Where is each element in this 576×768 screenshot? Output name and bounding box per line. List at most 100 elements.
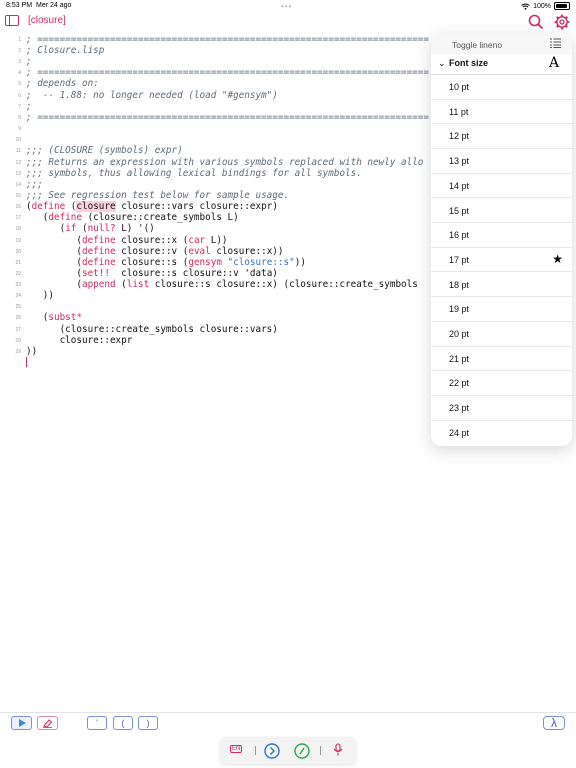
close-paren-button[interactable]: ): [138, 716, 158, 730]
font-size-option[interactable]: 21 pt: [431, 347, 572, 372]
font-size-header[interactable]: ⌄ Font size A: [431, 54, 572, 75]
compose-icon[interactable]: [294, 743, 310, 759]
code-token: (: [26, 246, 82, 257]
code-text: (define closure::s (gensym "closure::s")…: [26, 257, 306, 268]
line-number: 28: [15, 338, 21, 344]
code-comment: ;;; symbols, thus allowing lexical bindi…: [26, 168, 362, 179]
line-number: 17: [15, 215, 21, 221]
code-token: closure::s closure::v 'data): [109, 268, 278, 279]
font-size-option[interactable]: 11 pt: [431, 100, 572, 125]
code-token: )): [294, 257, 306, 268]
lambda-button[interactable]: λ: [543, 716, 565, 730]
font-size-option[interactable]: 24 pt: [431, 421, 572, 446]
code-keyword: eval: [188, 246, 211, 257]
settings-menu: Toggle lineno ⌄ Font size A 10 pt 11 pt 12…: [431, 34, 572, 446]
font-size-option[interactable]: 13 pt: [431, 149, 572, 174]
open-paren-button[interactable]: (: [113, 716, 133, 730]
code-text: ; -- 1.88: no longer needed (load "#gens…: [26, 90, 278, 101]
font-size-option[interactable]: 22 pt: [431, 371, 572, 396]
font-size-option-label: 19 pt: [449, 304, 470, 315]
code-token: (: [26, 223, 66, 234]
font-size-option-label: 23 pt: [449, 403, 470, 414]
font-size-option-label: 21 pt: [449, 353, 470, 364]
toggle-lineno-label: Toggle lineno: [452, 40, 503, 50]
code-keyword: set!!: [81, 268, 110, 279]
code-text: ;;; symbols, thus allowing lexical bindi…: [26, 168, 362, 179]
eraser-button[interactable]: [37, 716, 58, 730]
status-time: 8:53 PM: [6, 2, 33, 9]
line-number: 27: [15, 327, 21, 333]
mic-icon[interactable]: [333, 743, 343, 757]
font-size-option[interactable]: 20 pt: [431, 322, 572, 347]
wifi-icon: [521, 3, 530, 10]
code-token: L)): [205, 235, 228, 246]
code-token: closure::v (: [115, 246, 189, 257]
run-button[interactable]: [11, 716, 32, 730]
line-number: 12: [15, 160, 21, 166]
eraser-icon: [43, 719, 53, 728]
text-cursor: [26, 357, 27, 367]
code-comment: ;;; (CLOSURE (symbols) expr): [26, 145, 183, 156]
font-size-option[interactable]: 15 pt: [431, 199, 572, 224]
code-token: (: [115, 279, 127, 290]
font-size-option-label: 18 pt: [449, 279, 470, 290]
font-size-option-label: 13 pt: [449, 156, 470, 167]
code-token: closure::x (: [115, 235, 189, 246]
code-token: closure::s closure::x) (closure::create_…: [149, 279, 418, 290]
code-comment: ;;; See regression test below for sample…: [26, 190, 290, 201]
line-number: 26: [15, 315, 21, 321]
code-text: (define (closure closure::vars closure::…: [26, 201, 278, 212]
star-icon: ★: [552, 251, 563, 266]
code-text: (subst*: [26, 312, 82, 323]
line-number: 24: [15, 293, 21, 299]
line-number: 19: [15, 238, 21, 244]
font-size-option[interactable]: 18 pt: [431, 273, 572, 298]
code-comment: ; ======================================…: [26, 34, 429, 45]
keyboard-shortcut-bar: EN: [220, 737, 356, 764]
font-size-option-label: 12 pt: [449, 131, 470, 142]
code-keyword: define: [81, 257, 116, 268]
code-comment: ;: [26, 101, 32, 112]
font-size-option[interactable]: 23 pt: [431, 396, 572, 421]
code-text: (define closure::x (car L)): [26, 235, 228, 246]
toggle-lineno-item[interactable]: Toggle lineno: [431, 34, 572, 54]
font-size-icon: A: [549, 55, 560, 71]
font-size-option[interactable]: 10 pt: [431, 75, 572, 100]
code-keyword: car: [188, 235, 206, 246]
multitasking-dots-icon[interactable]: •••: [281, 2, 292, 11]
gear-icon[interactable]: [553, 13, 571, 31]
code-comment: ; ======================================…: [26, 112, 429, 123]
battery-icon: [554, 2, 570, 10]
list-icon: [550, 38, 561, 48]
line-number: 23: [15, 282, 21, 288]
code-text: ; depends on:: [26, 78, 99, 89]
code-string: "closure::s": [227, 257, 295, 268]
font-size-option[interactable]: 17 pt ★: [431, 248, 572, 273]
line-number: 2: [18, 48, 21, 54]
quote-button[interactable]: ': [87, 716, 107, 730]
code-text: ; Closure.lisp: [26, 45, 104, 56]
line-number: 6: [18, 93, 21, 99]
code-token: (closure::create_symbols closure::vars): [26, 324, 278, 335]
back-icon[interactable]: [5, 15, 19, 26]
status-right: 100%: [521, 2, 570, 10]
battery-percent: 100%: [533, 2, 551, 10]
code-token: closure::x)): [210, 246, 284, 257]
font-size-label: Font size: [449, 58, 489, 68]
code-editor[interactable]: 1 ; =====================================…: [0, 34, 440, 374]
font-size-option[interactable]: 12 pt: [431, 124, 572, 149]
language-icon[interactable]: EN: [230, 745, 243, 753]
arrow-icon[interactable]: [264, 743, 280, 759]
code-text: )): [26, 290, 54, 301]
font-size-option[interactable]: 16 pt: [431, 223, 572, 248]
font-size-option[interactable]: 14 pt: [431, 174, 572, 199]
search-icon[interactable]: [527, 13, 545, 31]
font-size-option-label: 14 pt: [449, 180, 470, 191]
font-size-option[interactable]: 19 pt: [431, 297, 572, 322]
line-number: 14: [15, 182, 21, 188]
font-size-option-label: 24 pt: [449, 427, 470, 438]
code-keyword: append: [81, 279, 116, 290]
page-title: [closure]: [28, 15, 66, 26]
code-text: ;;;: [26, 179, 43, 190]
code-keyword: define: [31, 201, 66, 212]
